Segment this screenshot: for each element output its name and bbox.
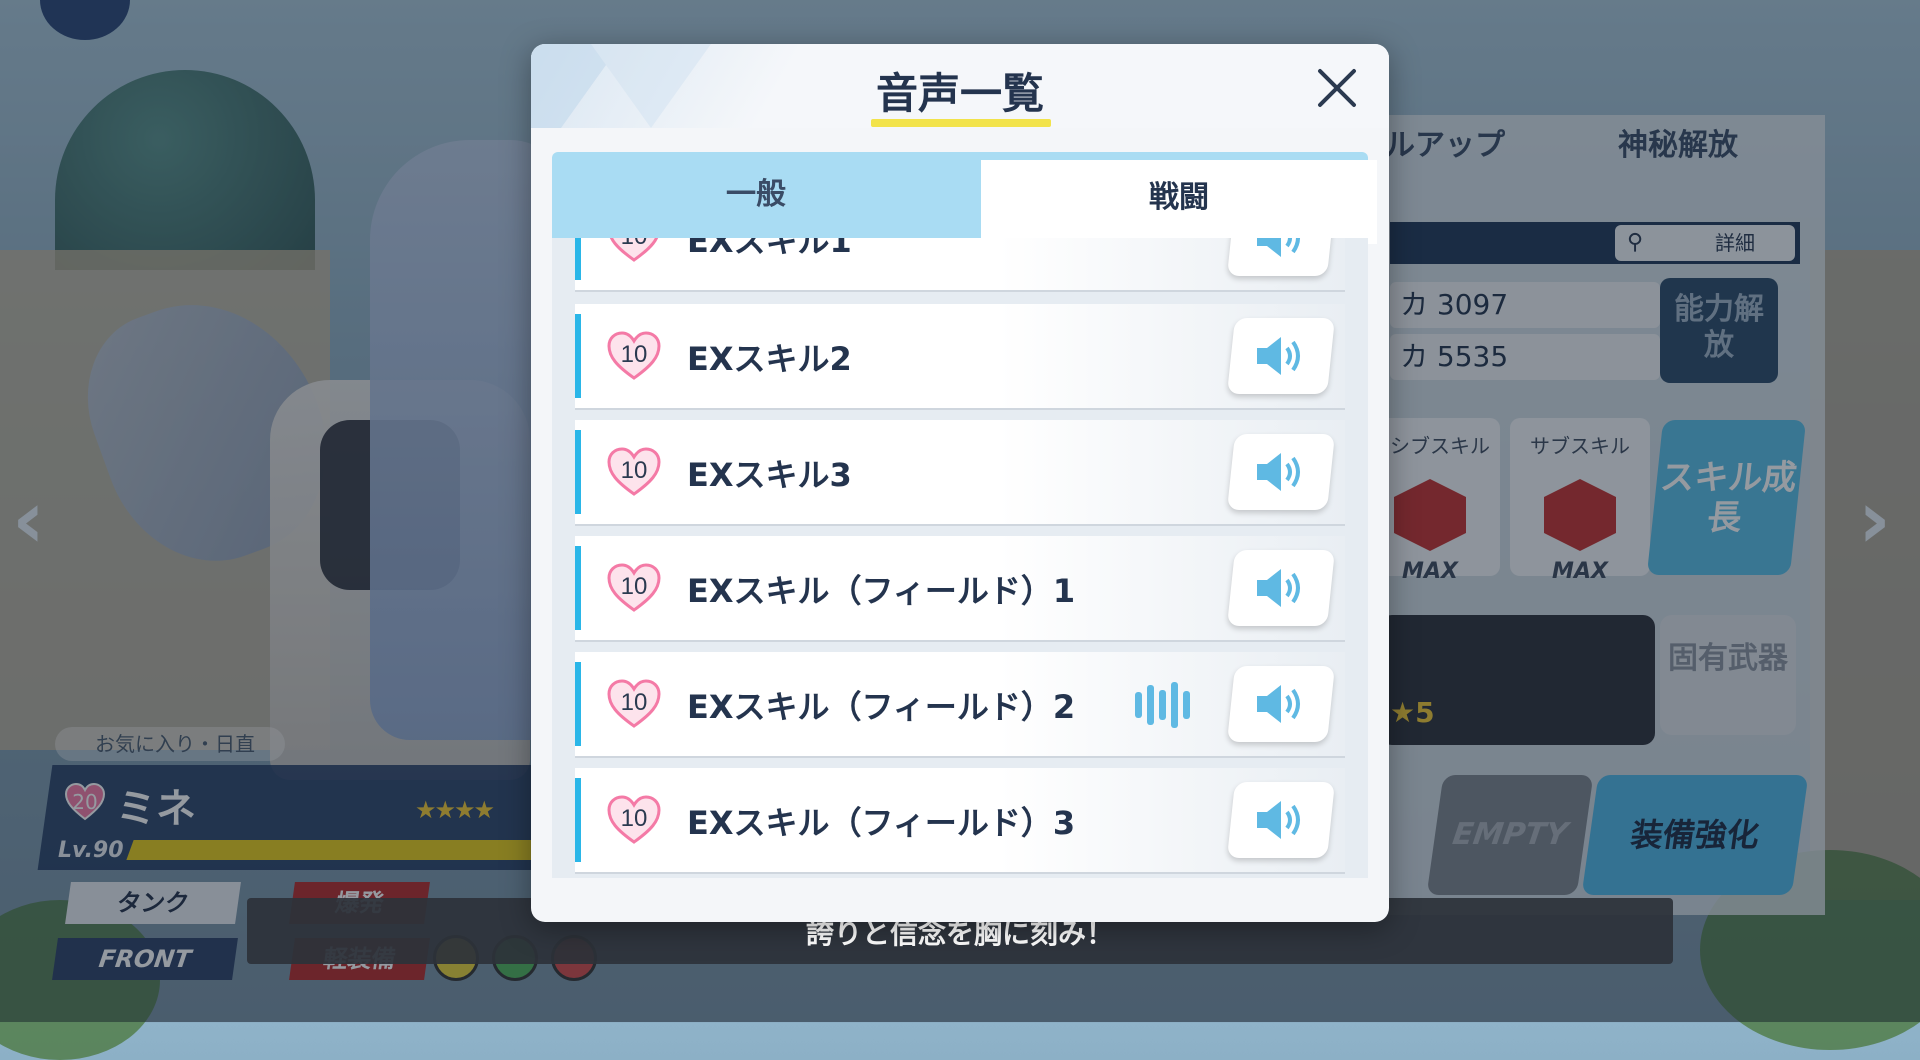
heart-level: 10 xyxy=(620,805,648,832)
voice-label: EXスキル1 xyxy=(687,238,852,260)
speaker-icon xyxy=(1257,685,1300,723)
heart-level: 10 xyxy=(620,457,648,484)
item-accent-bar xyxy=(575,546,581,630)
voice-list-item[interactable]: 10 EXスキル（フィールド）3 xyxy=(575,768,1345,874)
speaker-icon xyxy=(1257,801,1300,839)
play-voice-button[interactable] xyxy=(1227,434,1335,510)
item-accent-bar xyxy=(575,238,581,280)
voice-list-item[interactable]: 10 EXスキル（フィールド）1 xyxy=(575,536,1345,642)
voice-list-item[interactable]: 10 EXスキル1 xyxy=(575,238,1345,292)
speaker-icon xyxy=(1257,337,1300,375)
heart-icon: 10 xyxy=(607,563,661,613)
item-accent-bar xyxy=(575,430,581,514)
speaker-icon xyxy=(1257,453,1300,491)
title-underline xyxy=(871,119,1051,127)
heart-level: 10 xyxy=(620,573,648,600)
voice-list-item[interactable]: 10 EXスキル3 xyxy=(575,420,1345,526)
tab-general[interactable]: 一般 xyxy=(552,152,960,238)
modal-title: 音声一覧 xyxy=(875,69,1044,118)
item-accent-bar xyxy=(575,778,581,862)
speaker-icon xyxy=(1257,238,1300,257)
heart-icon: 10 xyxy=(607,447,661,497)
audio-playing-wave-icon xyxy=(1135,682,1195,728)
heart-icon: 10 xyxy=(607,795,661,845)
play-voice-button[interactable] xyxy=(1227,318,1335,394)
voice-label: EXスキル（フィールド）3 xyxy=(687,804,1076,842)
item-accent-bar xyxy=(575,662,581,746)
play-voice-button[interactable] xyxy=(1227,666,1335,742)
play-voice-button[interactable] xyxy=(1227,782,1335,858)
heart-level: 10 xyxy=(620,341,648,368)
tab-bar: 一般 戦闘 xyxy=(552,152,1377,244)
voice-list-item[interactable]: 10 EXスキル2 xyxy=(575,304,1345,410)
close-button[interactable] xyxy=(1307,58,1367,118)
voice-label: EXスキル2 xyxy=(687,340,852,378)
voice-list-item[interactable]: 10 EXスキル（フィールド）2 xyxy=(575,652,1345,758)
voice-list-modal: 音声一覧 一般 戦闘 10 EXスキル1 xyxy=(531,44,1389,922)
voice-label: EXスキル3 xyxy=(687,456,852,494)
play-voice-button[interactable] xyxy=(1227,550,1335,626)
modal-header: 音声一覧 xyxy=(531,44,1389,128)
heart-level: 10 xyxy=(620,689,648,716)
speaker-icon xyxy=(1257,569,1300,607)
heart-level: 10 xyxy=(607,238,661,251)
heart-icon: 10 xyxy=(607,679,661,729)
voice-list[interactable]: 10 EXスキル1 10 EXスキル2 xyxy=(552,238,1368,878)
tab-battle[interactable]: 戦闘 xyxy=(981,160,1377,244)
item-accent-bar xyxy=(575,314,581,398)
voice-label: EXスキル（フィールド）1 xyxy=(687,572,1076,610)
heart-icon: 10 xyxy=(607,238,661,263)
play-voice-button[interactable] xyxy=(1227,238,1335,276)
heart-icon: 10 xyxy=(607,331,661,381)
voice-label: EXスキル（フィールド）2 xyxy=(687,688,1076,726)
